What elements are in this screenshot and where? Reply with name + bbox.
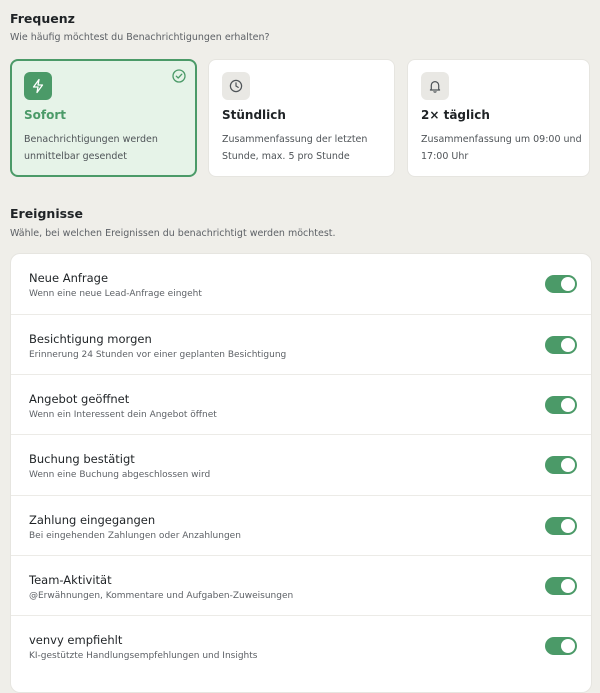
event-description: @Erwähnungen, Kommentare und Aufgaben-Zu… xyxy=(29,591,294,601)
events-title: Ereignisse xyxy=(10,206,83,221)
event-description: Erinnerung 24 Stunden vor einer geplante… xyxy=(29,350,287,360)
event-description: Wenn ein Interessent dein Angebot öffnet xyxy=(29,410,217,420)
toggle-knob xyxy=(561,579,575,593)
event-name: Buchung bestätigt xyxy=(29,452,135,466)
event-name: Angebot geöffnet xyxy=(29,392,130,406)
event-row-besichtigung-morgen: Besichtigung morgen Erinnerung 24 Stunde… xyxy=(11,314,591,374)
frequency-option-sofort[interactable]: Sofort Benachrichtigungen werden unmitte… xyxy=(10,59,197,177)
event-name: Team-Aktivität xyxy=(29,573,112,587)
toggle-knob xyxy=(561,398,575,412)
event-name: Zahlung eingegangen xyxy=(29,513,156,527)
frequency-options: Sofort Benachrichtigungen werden unmitte… xyxy=(10,59,590,177)
clock-icon xyxy=(222,72,250,100)
event-row-angebot-geoeffnet: Angebot geöffnet Wenn ein Interessent de… xyxy=(11,374,591,434)
toggle-team-aktivitaet[interactable] xyxy=(545,577,577,595)
event-row-team-aktivitaet: Team-Aktivität @Erwähnungen, Kommentare … xyxy=(11,555,591,615)
option-title: 2× täglich xyxy=(421,108,490,122)
event-description: Wenn eine Buchung abgeschlossen wird xyxy=(29,470,211,480)
event-row-buchung-bestaetigt: Buchung bestätigt Wenn eine Buchung abge… xyxy=(11,434,591,494)
toggle-neue-anfrage[interactable] xyxy=(545,275,577,293)
toggle-buchung-bestaetigt[interactable] xyxy=(545,456,577,474)
toggle-knob xyxy=(561,458,575,472)
option-description: Zusammenfassung um 09:00 und 17:00 Uhr xyxy=(421,134,582,162)
toggle-knob xyxy=(561,277,575,291)
option-description: Benachrichtigungen werden unmittelbar ge… xyxy=(24,134,158,162)
option-description: Zusammenfassung der letzten Stunde, max.… xyxy=(222,134,368,162)
selected-check-icon xyxy=(172,69,186,83)
frequency-option-stuendlich[interactable]: Stündlich Zusammenfassung der letzten St… xyxy=(208,59,395,177)
event-row-zahlung-eingegangen: Zahlung eingegangen Bei eingehenden Zahl… xyxy=(11,495,591,555)
toggle-zahlung-eingegangen[interactable] xyxy=(545,517,577,535)
frequency-title: Frequenz xyxy=(10,11,75,26)
frequency-option-zweimal-taeglich[interactable]: 2× täglich Zusammenfassung um 09:00 und … xyxy=(407,59,590,177)
event-name: Neue Anfrage xyxy=(29,271,109,285)
option-title: Sofort xyxy=(24,108,67,122)
event-description: KI-gestützte Handlungsempfehlungen und I… xyxy=(29,651,258,661)
event-row-neue-anfrage: Neue Anfrage Wenn eine neue Lead-Anfrage… xyxy=(11,254,591,314)
events-subtitle: Wähle, bei welchen Ereignissen du benach… xyxy=(10,228,336,239)
toggle-knob xyxy=(561,519,575,533)
bell-icon xyxy=(421,72,449,100)
toggle-venvy-empfiehlt[interactable] xyxy=(545,637,577,655)
event-description: Bei eingehenden Zahlungen oder Anzahlung… xyxy=(29,531,241,541)
event-name: Besichtigung morgen xyxy=(29,332,152,346)
toggle-knob xyxy=(561,639,575,653)
toggle-besichtigung-morgen[interactable] xyxy=(545,336,577,354)
event-description: Wenn eine neue Lead-Anfrage eingeht xyxy=(29,289,202,299)
event-name: venvy empfiehlt xyxy=(29,633,123,647)
lightning-icon xyxy=(24,72,52,100)
option-title: Stündlich xyxy=(222,108,286,122)
toggle-angebot-geoeffnet[interactable] xyxy=(545,396,577,414)
frequency-subtitle: Wie häufig möchtest du Benachrichtigunge… xyxy=(10,32,270,43)
toggle-knob xyxy=(561,338,575,352)
events-list: Neue Anfrage Wenn eine neue Lead-Anfrage… xyxy=(10,253,592,693)
event-row-venvy-empfiehlt: venvy empfiehlt KI-gestützte Handlungsem… xyxy=(11,615,591,675)
